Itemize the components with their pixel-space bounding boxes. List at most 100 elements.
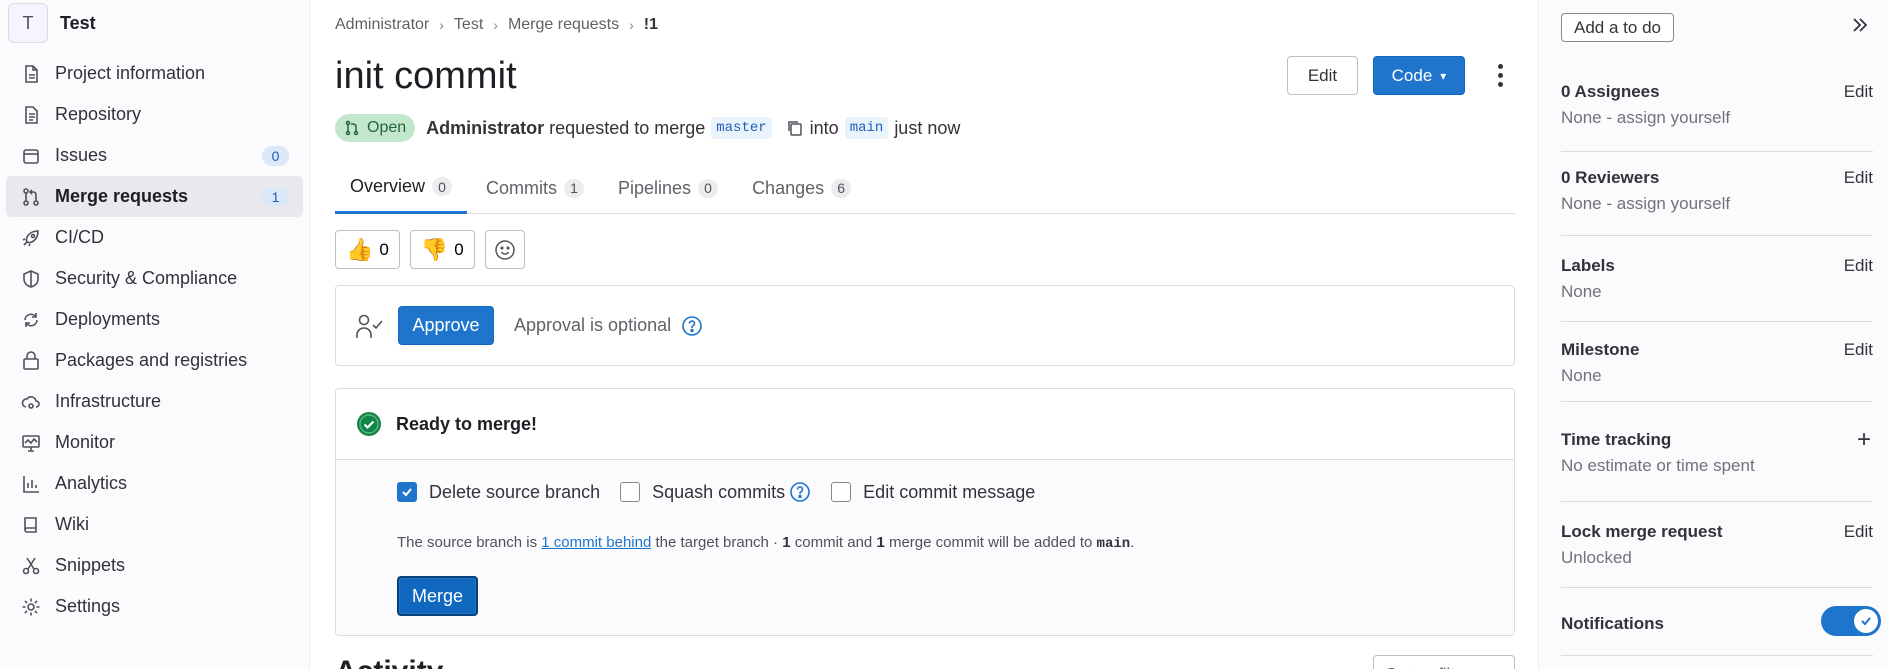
copy-icon[interactable] — [786, 119, 804, 137]
question-circle-icon[interactable] — [789, 481, 811, 503]
source-branch[interactable]: master — [711, 117, 772, 139]
labels-edit-link[interactable]: Edit — [1844, 256, 1873, 276]
award-emoji-bar: 👍 0 👎 0 — [335, 230, 535, 269]
target-branch[interactable]: main — [844, 117, 889, 139]
issues-count-badge: 0 — [262, 146, 289, 166]
assignees-edit-link[interactable]: Edit — [1844, 82, 1873, 102]
reviewers-block: 0 Reviewers None - assign yourself Edit — [1561, 168, 1873, 236]
merge-button[interactable]: Merge — [397, 576, 478, 616]
project-header[interactable]: T Test — [0, 0, 309, 46]
code-dropdown-button[interactable]: Code ▾ — [1373, 56, 1465, 95]
sidebar-item-snippets[interactable]: Snippets — [6, 545, 303, 586]
sidebar-item-label: Repository — [55, 104, 142, 124]
approve-button[interactable]: Approve — [398, 306, 494, 345]
edit-button[interactable]: Edit — [1287, 56, 1358, 95]
reviewers-value[interactable]: None - assign yourself — [1561, 194, 1873, 214]
project-name[interactable]: Test — [60, 13, 96, 34]
sidebar-item-project-information[interactable]: Project information — [6, 53, 303, 94]
success-check-icon — [357, 412, 381, 436]
tab-label: Pipelines — [618, 177, 692, 198]
merge-options: Delete source branch Squash commits Edit… — [397, 481, 1055, 503]
sidebar-item-label: Infrastructure — [55, 391, 162, 411]
sidebar-item-analytics[interactable]: Analytics — [6, 463, 303, 504]
tab-count: 0 — [698, 178, 719, 198]
notifications-toggle[interactable] — [1821, 606, 1881, 636]
tab-changes[interactable]: Changes 6 — [737, 162, 866, 214]
monitor-icon — [20, 432, 42, 454]
sidebar-item-monitor[interactable]: Monitor — [6, 422, 303, 463]
sidebar-item-infrastructure[interactable]: Infrastructure — [6, 381, 303, 422]
package-icon — [20, 350, 42, 372]
tab-overview[interactable]: Overview 0 — [335, 162, 468, 214]
collapse-sidebar-icon[interactable] — [1851, 16, 1869, 34]
checkmark-icon — [1861, 617, 1871, 626]
toggle-knob — [1854, 609, 1878, 633]
breadcrumb-test[interactable]: Test — [454, 16, 483, 34]
time-tracking-block: Time tracking No estimate or time spent … — [1561, 426, 1873, 502]
sidebar-item-merge-requests[interactable]: Merge requests 1 — [6, 176, 303, 217]
breadcrumb: Administrator › Test › Merge requests › … — [335, 16, 658, 34]
delete-source-branch-checkbox[interactable] — [397, 482, 417, 502]
milestone-block: Milestone None Edit — [1561, 340, 1873, 402]
commits-behind-link[interactable]: 1 commit behind — [541, 534, 651, 551]
breadcrumb-current[interactable]: !1 — [644, 16, 658, 34]
milestone-edit-link[interactable]: Edit — [1844, 340, 1873, 360]
sidebar-item-packages[interactable]: Packages and registries — [6, 340, 303, 381]
plus-icon[interactable]: + — [1857, 426, 1871, 454]
sidebar-item-repository[interactable]: Repository — [6, 94, 303, 135]
sidebar-item-wiki[interactable]: Wiki — [6, 504, 303, 545]
project-sidebar: T Test Project information Repository Is… — [0, 0, 310, 669]
assignees-value[interactable]: None - assign yourself — [1561, 108, 1873, 128]
reviewers-edit-link[interactable]: Edit — [1844, 168, 1873, 188]
author-link[interactable]: Administrator — [426, 118, 544, 139]
approval-widget: Approve Approval is optional — [335, 285, 1515, 366]
delete-source-branch-option[interactable]: Delete source branch — [397, 482, 600, 503]
sidebar-item-deployments[interactable]: Deployments — [6, 299, 303, 340]
sidebar-item-label: Merge requests — [55, 186, 189, 206]
assignees-title: 0 Assignees — [1561, 82, 1660, 101]
squash-commits-checkbox[interactable] — [620, 482, 641, 502]
more-actions-kebab-icon[interactable] — [1485, 64, 1515, 87]
breadcrumb-administrator[interactable]: Administrator — [335, 16, 429, 34]
sidebar-item-label: Monitor — [55, 432, 116, 452]
sidebar-item-label: Security & Compliance — [55, 268, 238, 288]
sidebar-item-settings[interactable]: Settings — [6, 586, 303, 627]
lock-edit-link[interactable]: Edit — [1844, 522, 1873, 542]
breadcrumb-merge-requests[interactable]: Merge requests — [508, 16, 619, 34]
lock-block: Lock merge request Unlocked Edit — [1561, 522, 1873, 588]
option-label: Edit commit message — [863, 481, 1036, 502]
requested-text: requested to merge — [549, 117, 706, 138]
project-info-icon — [20, 63, 42, 85]
chevron-down-icon: ▾ — [1440, 68, 1447, 83]
merge-commit-info: The source branch is 1 commit behind the… — [397, 534, 1134, 552]
sidebar-item-label: Deployments — [55, 309, 161, 329]
squash-commits-option[interactable]: Squash commits — [620, 481, 811, 503]
sidebar-item-ci-cd[interactable]: CI/CD — [6, 217, 303, 258]
code-button-label: Code — [1391, 65, 1433, 85]
tab-label: Changes — [752, 177, 825, 198]
thumbs-up-button[interactable]: 👍 0 — [335, 230, 400, 269]
merge-request-open-icon — [345, 120, 359, 136]
milestone-title: Milestone — [1561, 340, 1640, 359]
shield-icon — [20, 268, 42, 290]
question-circle-icon[interactable] — [681, 315, 703, 337]
sidebar-item-label: Snippets — [55, 555, 126, 575]
thumbs-down-button[interactable]: 👎 0 — [409, 230, 475, 269]
sidebar-item-issues[interactable]: Issues 0 — [6, 135, 303, 176]
add-reaction-button[interactable] — [484, 230, 525, 269]
tab-count: 0 — [432, 177, 453, 196]
add-todo-button[interactable]: Add a to do — [1561, 13, 1674, 42]
edit-commit-message-checkbox[interactable] — [831, 482, 852, 502]
thumbs-up-count: 0 — [379, 239, 389, 259]
tab-pipelines[interactable]: Pipelines 0 — [603, 162, 733, 214]
repository-icon — [20, 104, 42, 126]
tab-commits[interactable]: Commits 1 — [471, 162, 599, 214]
sidebar-item-security[interactable]: Security & Compliance — [6, 258, 303, 299]
deployments-icon — [20, 309, 42, 331]
labels-value: None — [1561, 282, 1602, 301]
edit-commit-message-option[interactable]: Edit commit message — [831, 482, 1035, 503]
tab-count: 6 — [831, 178, 852, 198]
merge-status-title: Ready to merge! — [396, 413, 538, 434]
sort-filter-dropdown[interactable]: Sort or filter — [1373, 655, 1515, 669]
milestone-value: None — [1561, 366, 1602, 385]
